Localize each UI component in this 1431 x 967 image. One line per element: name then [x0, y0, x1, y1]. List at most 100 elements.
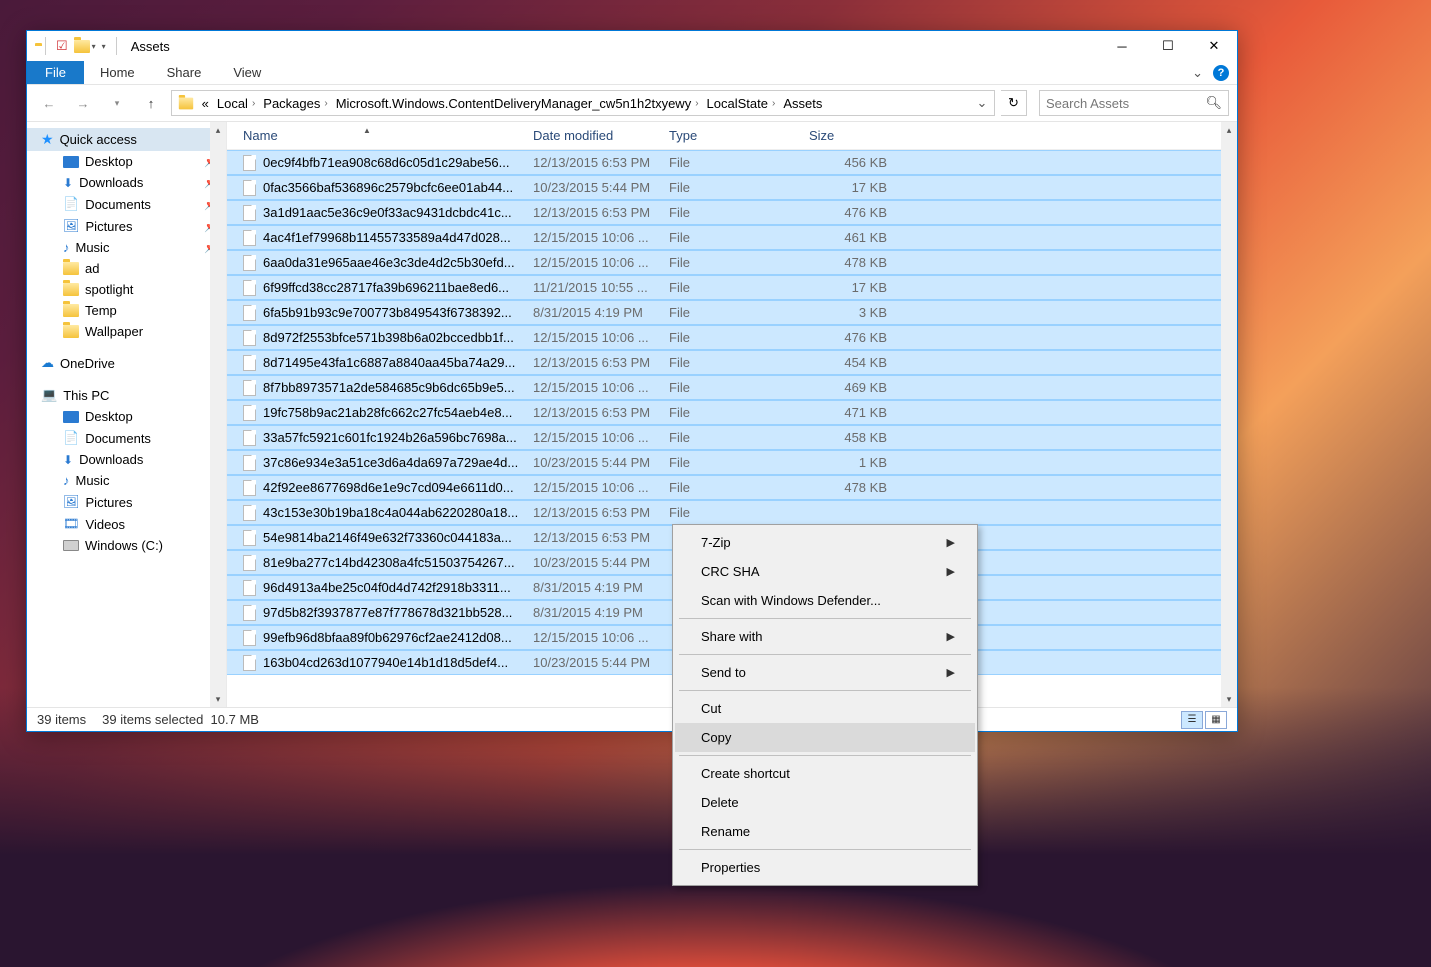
close-button[interactable]: ✕	[1191, 31, 1237, 61]
ribbon-tab-file[interactable]: File	[27, 61, 84, 84]
file-row[interactable]: 0ec9f4bfb71ea908c68d6c05d1c29abe56...12/…	[227, 150, 1237, 175]
sidebar-scrollbar[interactable]: ▴ ▾	[210, 122, 226, 707]
file-name: 4ac4f1ef79968b11455733589a4d47d028...	[263, 230, 533, 245]
up-button[interactable]: ↑	[137, 89, 165, 117]
ribbon-tab-home[interactable]: Home	[84, 61, 151, 84]
file-type: File	[669, 230, 809, 245]
sidebar-item-pictures[interactable]: 🖼Pictures📌	[27, 215, 226, 237]
file-row[interactable]: 42f92ee8677698d6e1e9c7cd094e6611d0...12/…	[227, 475, 1237, 500]
context-menu-item-copy[interactable]: Copy	[675, 723, 975, 752]
downloads-icon: ⬇	[63, 453, 73, 467]
forward-button[interactable]: →	[69, 89, 97, 117]
sidebar-item-documents[interactable]: 📄Documents📌	[27, 193, 226, 215]
file-row[interactable]: 6aa0da31e965aae46e3c3de4d2c5b30efd...12/…	[227, 250, 1237, 275]
context-menu-item-share-with[interactable]: Share with▶	[675, 622, 975, 651]
column-header-type[interactable]: Type	[669, 128, 809, 143]
file-row[interactable]: 33a57fc5921c601fc1924b26a596bc7698a...12…	[227, 425, 1237, 450]
ribbon-tab-share[interactable]: Share	[151, 61, 218, 84]
context-menu-item-crc-sha[interactable]: CRC SHA▶	[675, 557, 975, 586]
file-row[interactable]: 6fa5b91b93c9e700773b849543f6738392...8/3…	[227, 300, 1237, 325]
sidebar-item-spotlight[interactable]: spotlight	[27, 279, 226, 300]
help-icon[interactable]: ?	[1213, 65, 1229, 81]
context-menu-item-create-shortcut[interactable]: Create shortcut	[675, 759, 975, 788]
refresh-button[interactable]: ↻	[1001, 90, 1027, 116]
scroll-down-icon[interactable]: ▾	[210, 691, 226, 707]
context-menu-separator	[679, 654, 971, 655]
sidebar-onedrive[interactable]: ☁ OneDrive	[27, 352, 226, 374]
sidebar-item-windows-c-[interactable]: Windows (C:)	[27, 535, 226, 556]
back-button[interactable]: ←	[35, 89, 63, 117]
file-type: File	[669, 180, 809, 195]
breadcrumb-seg-4[interactable]: Assets	[779, 96, 826, 111]
status-bar: 39 items 39 items selected 10.7 MB ☰ ▦	[27, 707, 1237, 731]
ribbon-collapse-icon[interactable]: ⌄	[1192, 65, 1203, 81]
sidebar-item-downloads[interactable]: ⬇Downloads📌	[27, 172, 226, 193]
address-bar[interactable]: « Local› Packages› Microsoft.Windows.Con…	[171, 90, 995, 116]
file-date: 12/15/2015 10:06 ...	[533, 330, 669, 345]
file-row[interactable]: 43c153e30b19ba18c4a044ab6220280a18...12/…	[227, 500, 1237, 525]
file-row[interactable]: 19fc758b9ac21ab28fc662c27fc54aeb4e8...12…	[227, 400, 1237, 425]
context-menu-item-properties[interactable]: Properties	[675, 853, 975, 882]
sidebar-item-desktop[interactable]: Desktop	[27, 406, 226, 427]
sidebar-quick-access[interactable]: ★ Quick access	[27, 128, 226, 151]
context-menu-item-rename[interactable]: Rename	[675, 817, 975, 846]
sidebar-item-downloads[interactable]: ⬇Downloads	[27, 449, 226, 470]
context-menu-item-7-zip[interactable]: 7-Zip▶	[675, 528, 975, 557]
file-type: File	[669, 380, 809, 395]
breadcrumb-prefix[interactable]: «	[174, 96, 213, 111]
submenu-arrow-icon: ▶	[947, 565, 955, 578]
search-icon[interactable]: 🔍︎	[1205, 95, 1222, 111]
sidebar-item-ad[interactable]: ad	[27, 258, 226, 279]
file-icon	[243, 180, 263, 196]
file-row[interactable]: 0fac3566baf536896c2579bcfc6ee01ab44...10…	[227, 175, 1237, 200]
scroll-up-icon[interactable]: ▴	[210, 122, 226, 138]
view-thumbnails-button[interactable]: ▦	[1205, 711, 1227, 729]
column-header-size[interactable]: Size	[809, 128, 889, 143]
sidebar-item-videos[interactable]: 🎞Videos	[27, 513, 226, 535]
minimize-button[interactable]: ─	[1099, 31, 1145, 61]
file-row[interactable]: 6f99ffcd38cc28717fa39b696211bae8ed6...11…	[227, 275, 1237, 300]
breadcrumb-seg-0[interactable]: Local›	[213, 96, 259, 111]
address-dropdown-icon[interactable]: ⌄	[972, 95, 992, 111]
scroll-down-icon[interactable]: ▾	[1221, 691, 1237, 707]
sidebar-item-label: Documents	[85, 431, 151, 446]
file-scrollbar[interactable]: ▴ ▾	[1221, 122, 1237, 707]
file-name: 42f92ee8677698d6e1e9c7cd094e6611d0...	[263, 480, 533, 495]
titlebar[interactable]: ☑ ▾ ▾ Assets ─ ☐ ✕	[27, 31, 1237, 61]
sidebar-item-music[interactable]: ♪Music	[27, 470, 226, 491]
sidebar-item-documents[interactable]: 📄Documents	[27, 427, 226, 449]
sidebar-item-desktop[interactable]: Desktop📌	[27, 151, 226, 172]
sidebar-item-wallpaper[interactable]: Wallpaper	[27, 321, 226, 342]
qat-overflow-icon[interactable]: ▾	[102, 42, 106, 51]
context-menu-item-cut[interactable]: Cut	[675, 694, 975, 723]
context-menu[interactable]: 7-Zip▶CRC SHA▶Scan with Windows Defender…	[672, 524, 978, 886]
search-input[interactable]: Search Assets 🔍︎	[1039, 90, 1229, 116]
sidebar-this-pc[interactable]: 💻 This PC	[27, 384, 226, 406]
breadcrumb-seg-2[interactable]: Microsoft.Windows.ContentDeliveryManager…	[332, 96, 703, 111]
file-type: File	[669, 505, 809, 520]
context-menu-item-send-to[interactable]: Send to▶	[675, 658, 975, 687]
file-type: File	[669, 480, 809, 495]
file-row[interactable]: 8d71495e43fa1c6887a8840aa45ba74a29...12/…	[227, 350, 1237, 375]
sidebar-item-music[interactable]: ♪Music📌	[27, 237, 226, 258]
context-menu-item-scan-with-windows-defender-[interactable]: Scan with Windows Defender...	[675, 586, 975, 615]
sidebar-item-temp[interactable]: Temp	[27, 300, 226, 321]
file-row[interactable]: 8d972f2553bfce571b398b6a02bccedbb1f...12…	[227, 325, 1237, 350]
maximize-button[interactable]: ☐	[1145, 31, 1191, 61]
breadcrumb-seg-3[interactable]: LocalState›	[703, 96, 780, 111]
file-row[interactable]: 4ac4f1ef79968b11455733589a4d47d028...12/…	[227, 225, 1237, 250]
checkbox-icon[interactable]: ☑	[56, 38, 68, 54]
context-menu-item-delete[interactable]: Delete	[675, 788, 975, 817]
file-row[interactable]: 37c86e934e3a51ce3d6a4da697a729ae4d...10/…	[227, 450, 1237, 475]
column-header-date[interactable]: Date modified	[533, 128, 669, 143]
ribbon-tab-view[interactable]: View	[217, 61, 277, 84]
file-row[interactable]: 8f7bb8973571a2de584685c9b6dc65b9e5...12/…	[227, 375, 1237, 400]
view-details-button[interactable]: ☰	[1181, 711, 1203, 729]
scroll-up-icon[interactable]: ▴	[1221, 122, 1237, 138]
column-header-name[interactable]: Name▲	[243, 128, 533, 143]
breadcrumb-seg-1[interactable]: Packages›	[259, 96, 331, 111]
recent-locations-button[interactable]: ▾	[103, 89, 131, 117]
file-row[interactable]: 3a1d91aac5e36c9e0f33ac9431dcbdc41c...12/…	[227, 200, 1237, 225]
folder-dropdown-icon[interactable]: ▾	[74, 40, 96, 53]
sidebar-item-pictures[interactable]: 🖼Pictures	[27, 491, 226, 513]
